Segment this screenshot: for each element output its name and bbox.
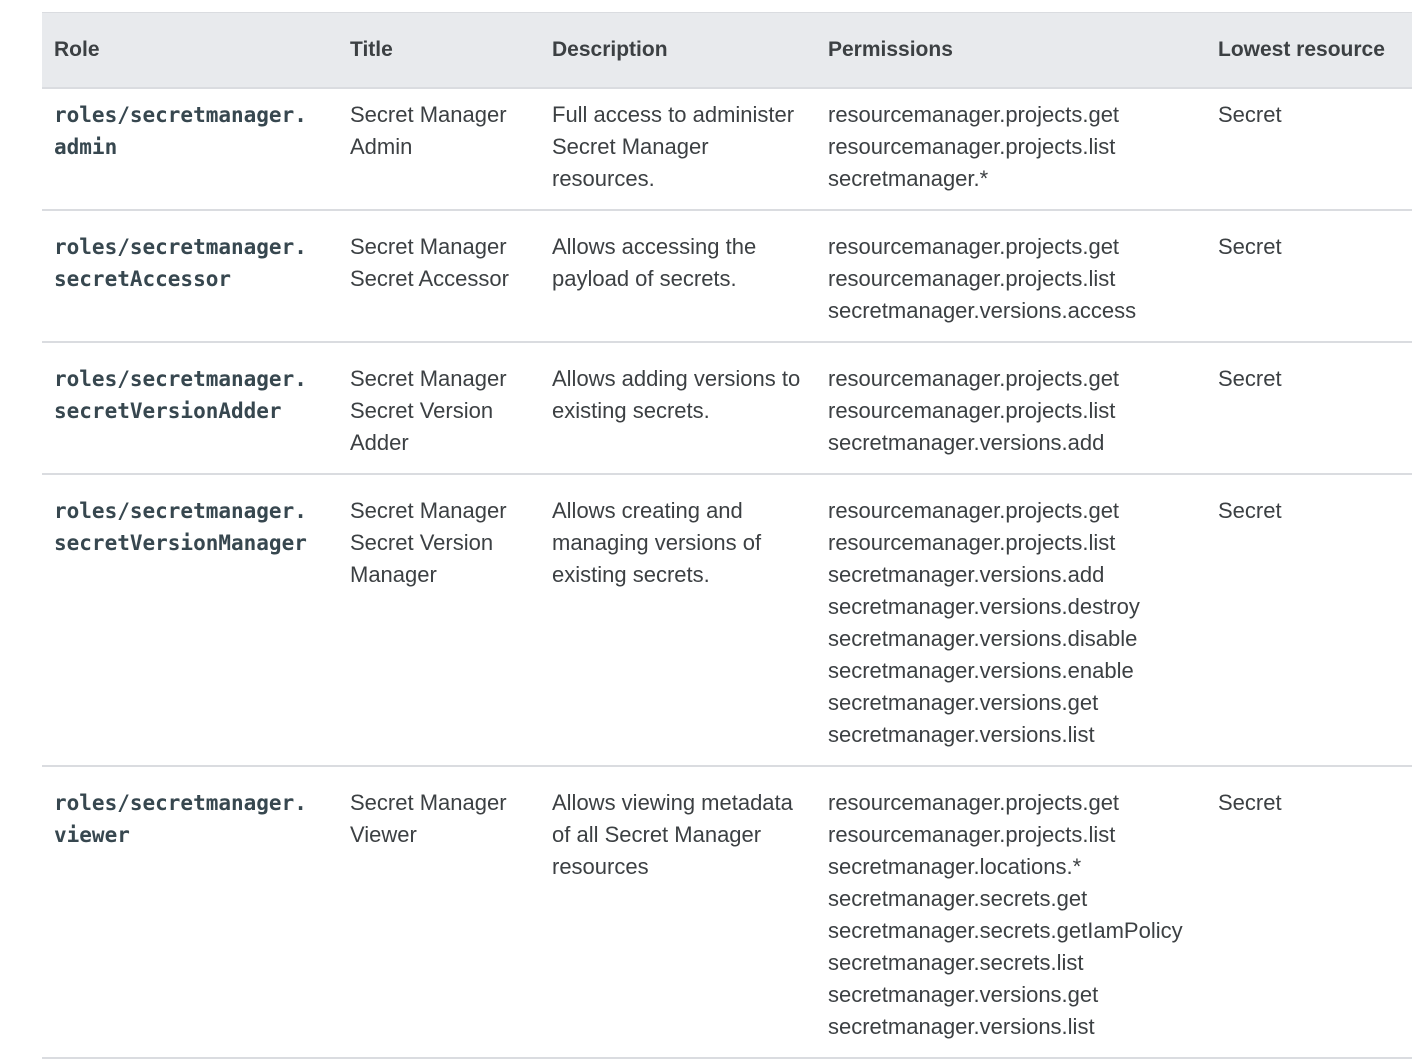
role-cell: roles/secretmanager. admin (42, 88, 338, 211)
description-cell: Allows adding versions to existing secre… (540, 342, 816, 475)
permission-item: secretmanager.versions.access (828, 298, 1137, 323)
permission-item: secretmanager.versions.list (828, 722, 1095, 747)
permission-item: secretmanager.versions.add (828, 430, 1105, 455)
description-cell: Allows creating and managing versions of… (540, 474, 816, 767)
permission-item: resourcemanager.projects.get (828, 234, 1120, 259)
permission-item: secretmanager.versions.get (828, 690, 1099, 715)
permission-item: resourcemanager.projects.get (828, 498, 1120, 523)
role-name-part: roles/secretmanager. (54, 103, 307, 127)
role-cell: roles/secretmanager. secretVersionAdder (42, 342, 338, 475)
role-cell: roles/secretmanager. secretAccessor (42, 210, 338, 343)
title-cell: Secret Manager Secret Version Adder (338, 342, 540, 475)
permission-item: secretmanager.secrets.list (828, 950, 1084, 975)
header-description: Description (552, 38, 668, 61)
permission-item: resourcemanager.projects.list (828, 530, 1116, 555)
permissions-cell: resourcemanager.projects.get resourcemana… (816, 88, 1206, 211)
role-name-part: admin (54, 135, 118, 159)
permission-item: secretmanager.versions.list (828, 1014, 1095, 1039)
table-row: roles/secretmanager. viewer Secret Manager… (42, 766, 1412, 1059)
roles-table: Role Title Description Permissions Lowes… (42, 12, 1412, 1059)
lowest-resource-cell: Secret (1206, 474, 1412, 767)
description-cell: Allows accessing the payload of secrets. (540, 210, 816, 343)
role-name-part: viewer (54, 823, 130, 847)
permission-item: secretmanager.versions.get (828, 982, 1099, 1007)
role-name-part: secretVersionAdder (54, 399, 282, 423)
header-permissions: Permissions (828, 38, 953, 61)
role-name-part: roles/secretmanager. (54, 499, 307, 523)
permissions-cell: resourcemanager.projects.get resourcemana… (816, 342, 1206, 475)
role-cell: roles/secretmanager. secretVersionManager (42, 474, 338, 767)
description-cell: Full access to administer Secret Manager… (540, 88, 816, 211)
permission-item: secretmanager.secrets.getIamPolicy (828, 918, 1183, 943)
roles-table-container: Role Title Description Permissions Lowes… (42, 12, 1412, 1059)
lowest-resource-cell: Secret (1206, 210, 1412, 343)
permission-item: resourcemanager.projects.get (828, 366, 1120, 391)
table-body: roles/secretmanager. admin Secret Manager … (42, 88, 1412, 1059)
role-name-part: roles/secretmanager. (54, 367, 307, 391)
role-name-part: roles/secretmanager. (54, 235, 307, 259)
permission-item: resourcemanager.projects.list (828, 398, 1116, 423)
permissions-cell: resourcemanager.projects.get resourcemana… (816, 210, 1206, 343)
table-header-row: Role Title Description Permissions Lowes… (42, 12, 1412, 88)
permission-item: resourcemanager.projects.list (828, 266, 1116, 291)
permission-item: resourcemanager.projects.list (828, 134, 1116, 159)
permissions-cell: resourcemanager.projects.get resourcemana… (816, 766, 1206, 1059)
lowest-resource-cell: Secret (1206, 342, 1412, 475)
lowest-resource-cell: Secret (1206, 766, 1412, 1059)
table-row: roles/secretmanager. admin Secret Manager … (42, 88, 1412, 211)
permission-item: resourcemanager.projects.get (828, 790, 1120, 815)
permission-item: secretmanager.versions.add (828, 562, 1105, 587)
role-name-part: secretVersionManager (54, 531, 307, 555)
permission-item: secretmanager.versions.destroy (828, 594, 1140, 619)
header-title: Title (350, 38, 393, 61)
lowest-resource-cell: Secret (1206, 88, 1412, 211)
header-lowest-resource: Lowest resource (1218, 38, 1385, 61)
permission-item: resourcemanager.projects.get (828, 102, 1120, 127)
title-cell: Secret Manager Secret Version Manager (338, 474, 540, 767)
description-cell: Allows viewing metadata of all Secret Ma… (540, 766, 816, 1059)
header-role: Role (54, 38, 100, 61)
title-cell: Secret Manager Admin (338, 88, 540, 211)
table-row: roles/secretmanager. secretAccessor Secret… (42, 210, 1412, 343)
role-name-part: roles/secretmanager. (54, 791, 307, 815)
role-name-part: secretAccessor (54, 267, 232, 291)
permission-item: secretmanager.secrets.get (828, 886, 1088, 911)
permission-item: secretmanager.* (828, 166, 989, 191)
table-row: roles/secretmanager. secretVersionManager… (42, 474, 1412, 767)
table-row: roles/secretmanager. secretVersionAdder Se… (42, 342, 1412, 475)
permissions-cell: resourcemanager.projects.get resourcemana… (816, 474, 1206, 767)
permission-item: resourcemanager.projects.list (828, 822, 1116, 847)
title-cell: Secret Manager Viewer (338, 766, 540, 1059)
permission-item: secretmanager.versions.enable (828, 658, 1134, 683)
permission-item: secretmanager.versions.disable (828, 626, 1138, 651)
title-cell: Secret Manager Secret Accessor (338, 210, 540, 343)
permission-item: secretmanager.locations.* (828, 854, 1082, 879)
role-cell: roles/secretmanager. viewer (42, 766, 338, 1059)
